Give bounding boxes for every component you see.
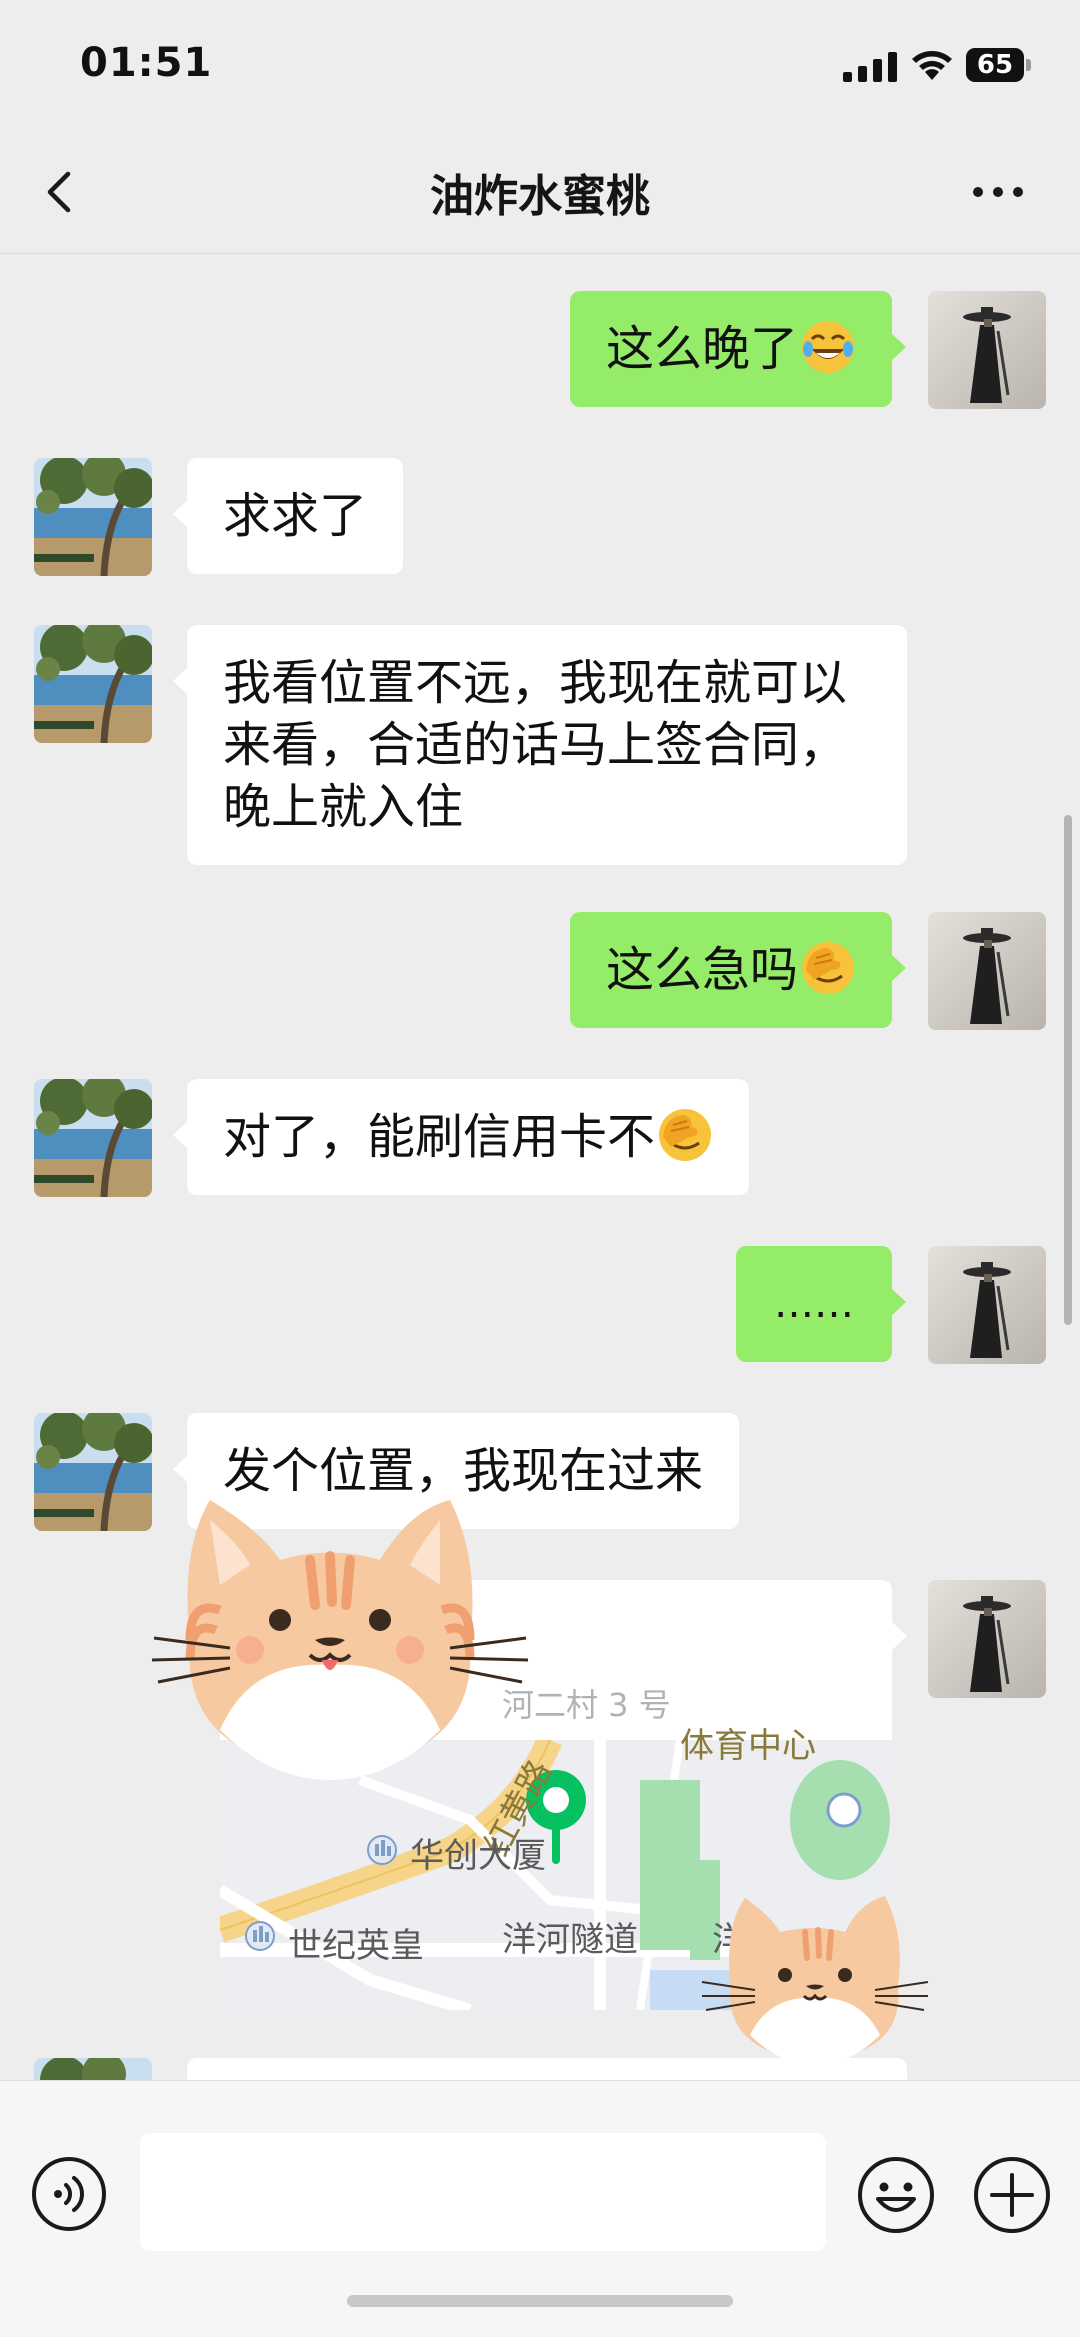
status-time: 01:51	[80, 40, 213, 86]
plus-icon[interactable]	[972, 2155, 1052, 2235]
more-dots-icon[interactable]	[968, 170, 1028, 214]
message-line: 晚上就入住	[223, 779, 464, 835]
contact-avatar[interactable]	[34, 1079, 152, 1197]
message-text: 求求了	[223, 488, 368, 544]
message-bubble[interactable]: 我看位置不远，我现在就可以 来看，合适的话马上签合同， 晚上就入住	[173, 625, 907, 865]
wifi-icon	[912, 51, 952, 80]
cat-sticker-large	[151, 1500, 529, 1780]
scroll-indicator[interactable]	[1064, 815, 1072, 1325]
facepalm-emoji	[802, 942, 854, 994]
home-indicator[interactable]	[347, 2295, 733, 2307]
map-label-building: 华创大厦	[410, 1836, 546, 1876]
location-card-tail	[892, 1622, 907, 1650]
status-bar: 01:51 65	[0, 0, 1080, 130]
message-text: 对了，能刷信用卡不	[223, 1109, 656, 1165]
my-avatar[interactable]	[928, 1580, 1046, 1698]
map-label-mall: 世纪英皇	[288, 1926, 424, 1966]
message-input[interactable]	[140, 2133, 826, 2251]
message-bubble[interactable]: 对了，能刷信用卡不	[172, 1079, 750, 1195]
contact-avatar[interactable]	[34, 625, 152, 743]
my-avatar[interactable]	[928, 291, 1046, 409]
map-label-sports: 体育中心	[680, 1726, 816, 1766]
message-bubble[interactable]: 这么急吗	[569, 912, 907, 1028]
facepalm-emoji	[659, 1109, 712, 1161]
map-label-tunnel: 洋河隧道	[502, 1920, 638, 1960]
my-avatar[interactable]	[928, 1246, 1046, 1364]
cat-sticker-small	[701, 1896, 929, 2065]
voice-icon[interactable]	[30, 2155, 108, 2233]
chat-title: 油炸水蜜桃	[430, 171, 650, 222]
message-line: 来看，合适的话马上签合同，	[223, 717, 848, 773]
contact-avatar[interactable]	[34, 458, 152, 576]
message-bubble[interactable]: 这么晚了	[569, 291, 907, 407]
message-bubble[interactable]: ……	[736, 1246, 906, 1362]
chat-header: 油炸水蜜桃	[0, 130, 1080, 254]
my-avatar[interactable]	[928, 912, 1046, 1030]
contact-avatar[interactable]	[34, 2058, 152, 2080]
battery-level: 65	[976, 50, 1014, 80]
message-text: 这么晚了	[605, 321, 798, 377]
battery-icon: 65	[966, 48, 1032, 82]
tears-of-joy-emoji	[802, 321, 854, 373]
message-text: ……	[774, 1281, 854, 1327]
message-text: 这么急吗	[605, 942, 798, 998]
contact-avatar[interactable]	[34, 1413, 152, 1531]
message-list[interactable]: 这么晚了 求求了 我看位置不远，我现在就可以 来看，合适的话马上签合同， 晚上就…	[0, 255, 1080, 2080]
message-bubble[interactable]: 求求了	[172, 458, 404, 574]
signal-icon	[843, 52, 897, 82]
emoji-icon[interactable]	[856, 2155, 936, 2235]
message-line: 我看位置不远，我现在就可以	[223, 655, 848, 711]
